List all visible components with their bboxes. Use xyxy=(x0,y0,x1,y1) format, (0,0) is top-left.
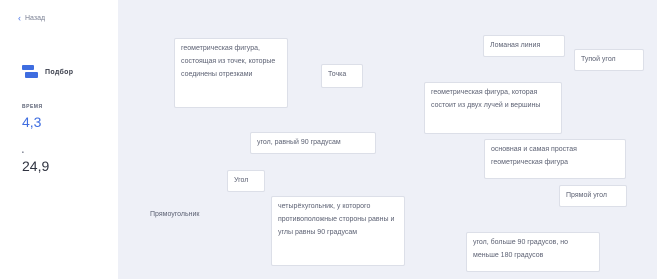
time-value: 4,3 xyxy=(22,114,42,130)
match-card[interactable]: Ломаная линия xyxy=(483,35,565,57)
back-label: Назад xyxy=(25,15,46,22)
match-card[interactable]: четырёхугольник, у которого противополож… xyxy=(271,196,405,266)
mode-label: Подбор xyxy=(45,68,74,76)
match-card[interactable]: Прямоугольник xyxy=(150,208,230,222)
match-card[interactable]: геометрическая фигура, которая состоит и… xyxy=(424,82,562,134)
match-card[interactable]: основная и самая простая геометрическая … xyxy=(484,139,626,179)
match-card[interactable]: Тупой угол xyxy=(574,49,644,71)
match-card[interactable]: угол, больше 90 градусов, но меньше 180 … xyxy=(466,232,600,272)
back-button[interactable]: ‹ Назад xyxy=(18,14,45,23)
match-card[interactable]: угол, равный 90 градусам xyxy=(250,132,376,154)
match-card[interactable]: Точка xyxy=(321,64,363,88)
match-card[interactable]: геометрическая фигура, состоящая из точе… xyxy=(174,38,288,108)
match-card[interactable]: Прямой угол xyxy=(559,185,627,207)
match-card[interactable]: Угол xyxy=(227,170,265,192)
best-time-label: • xyxy=(22,150,25,156)
time-label: ВРЕМЯ xyxy=(22,104,43,110)
mode-indicator: Подбор xyxy=(22,65,73,79)
match-mode-icon xyxy=(22,65,38,79)
best-time-value: 24,9 xyxy=(22,158,50,174)
match-board: геометрическая фигура, состоящая из точе… xyxy=(118,0,657,279)
sidebar: ‹ Назад Подбор ВРЕМЯ 4,3 • 24,9 xyxy=(0,0,118,279)
chevron-left-icon: ‹ xyxy=(18,13,21,23)
